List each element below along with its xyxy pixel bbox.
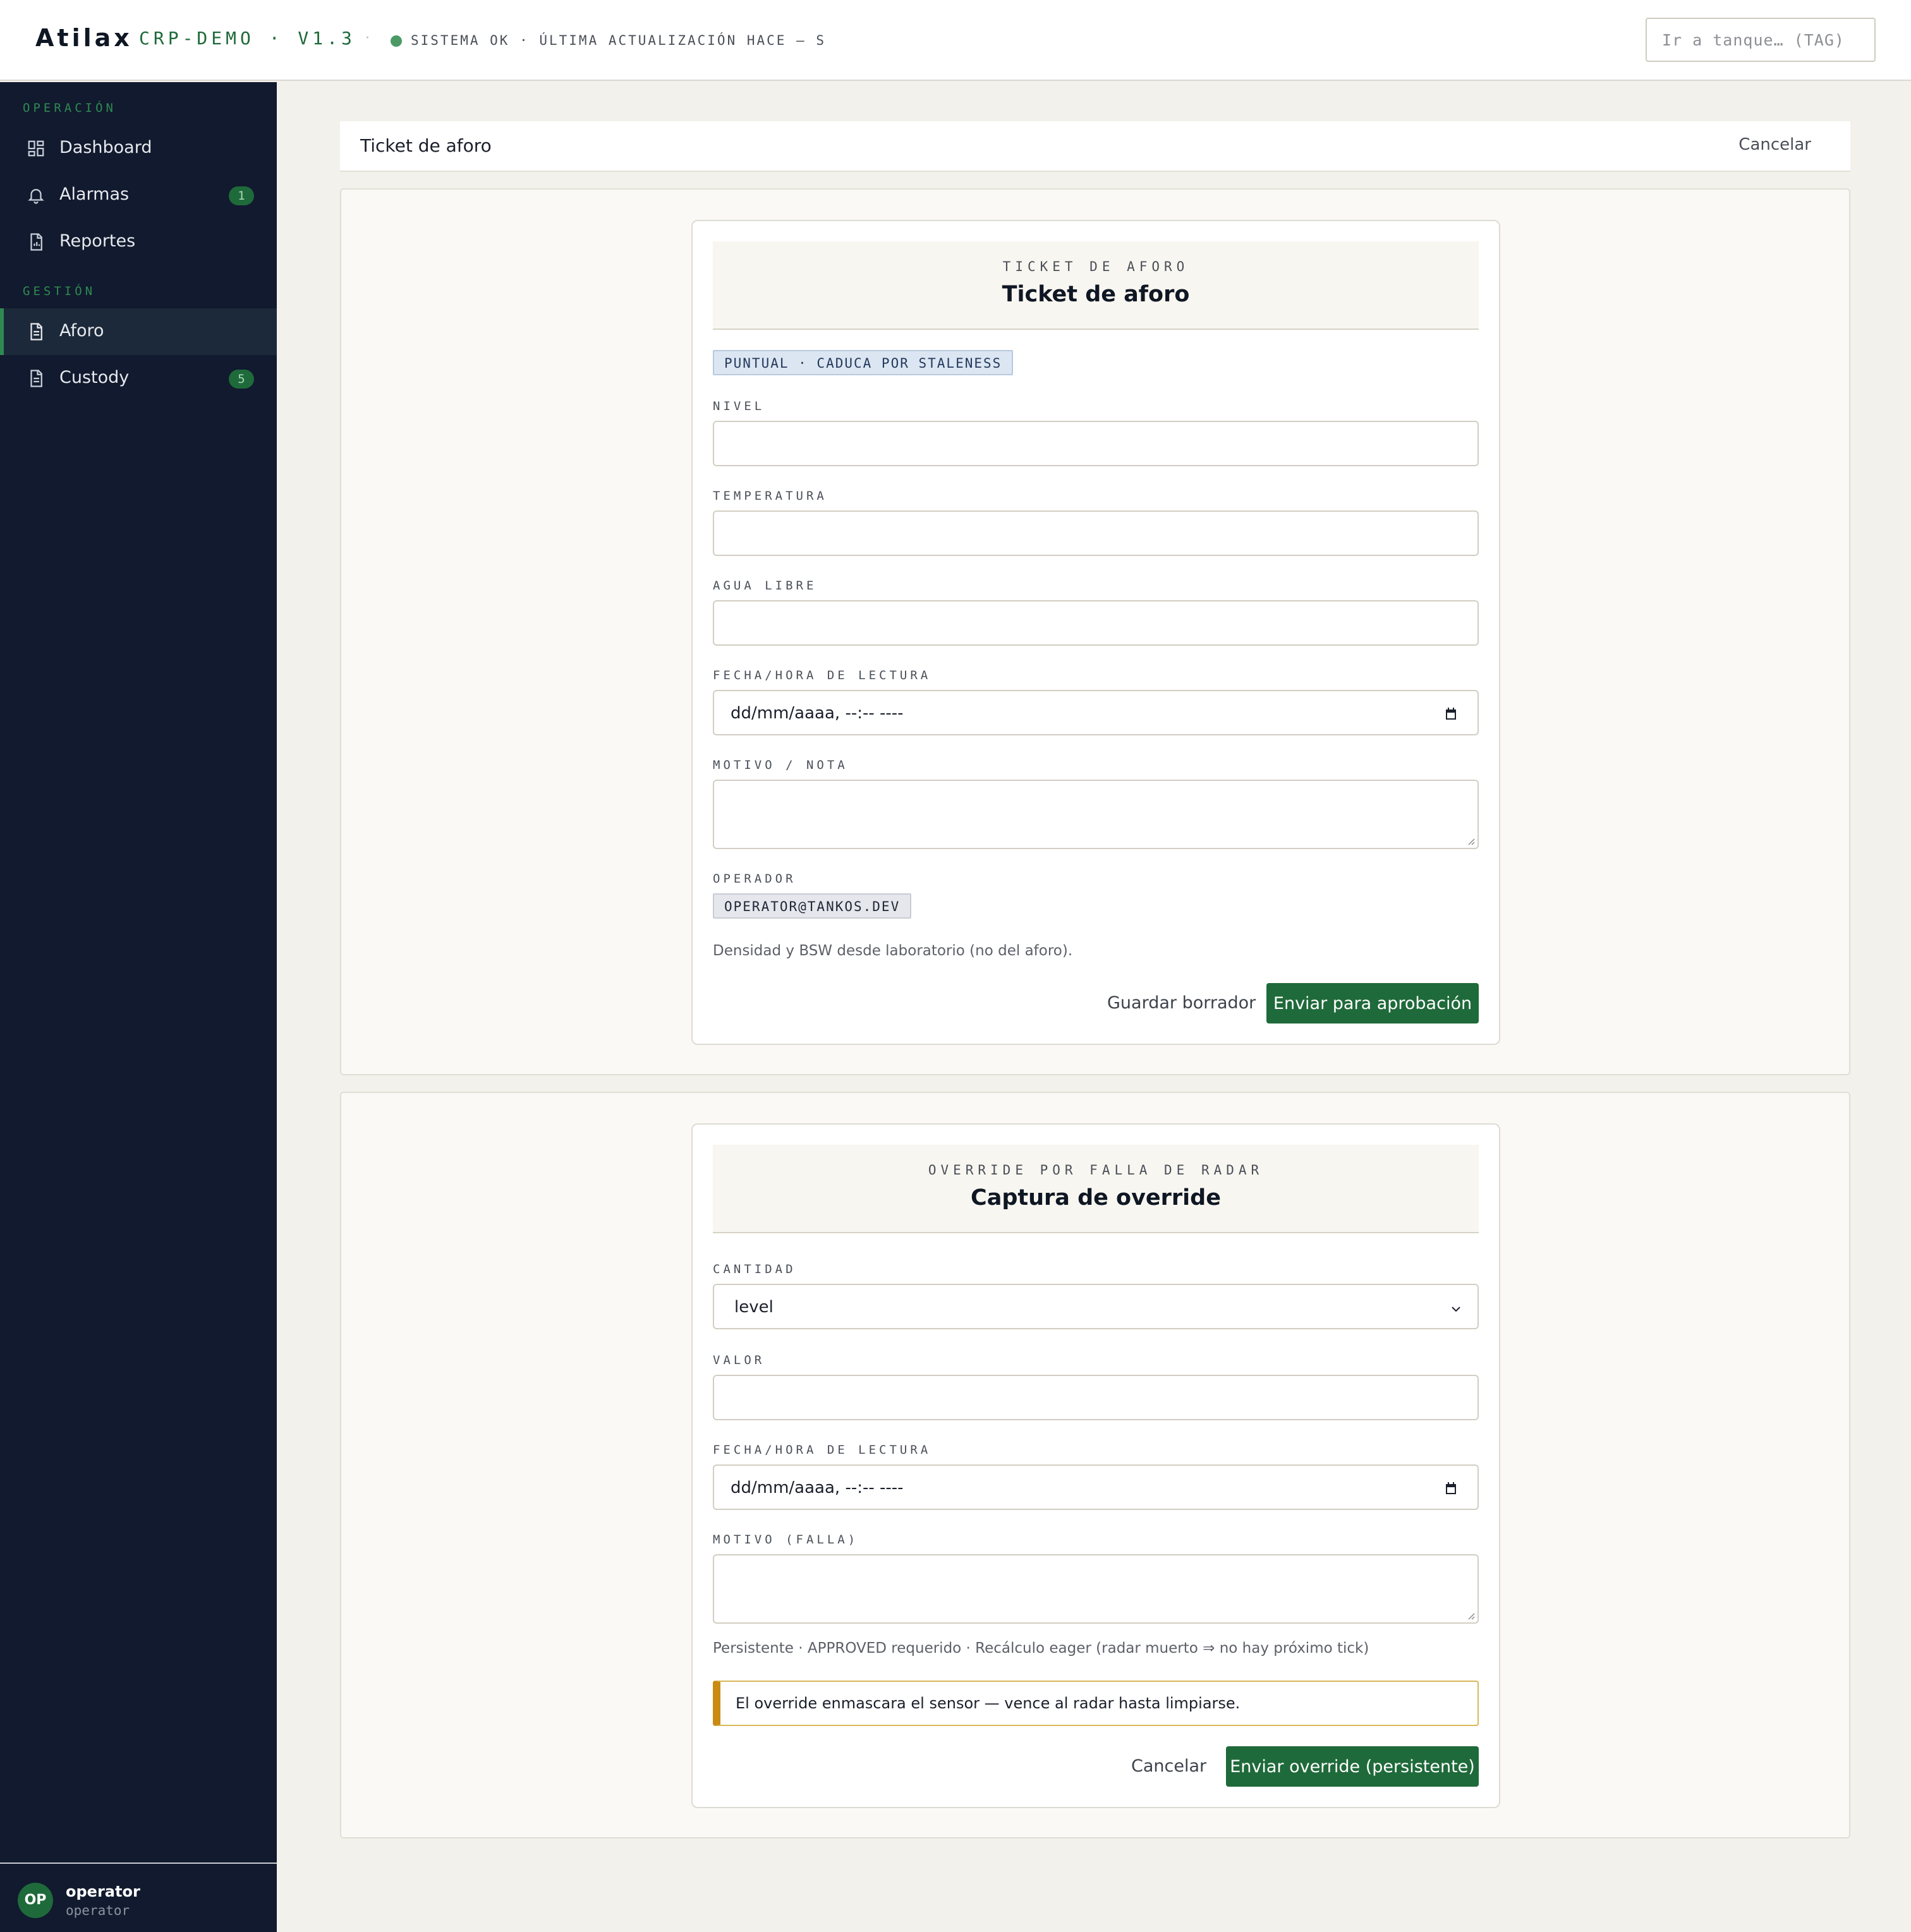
report-icon — [30, 233, 42, 251]
sidebar-item-alarmas[interactable]: Alarmas 1 — [0, 172, 277, 219]
sidebar-item-aforo[interactable]: Aforo — [0, 308, 277, 355]
override-hint: Persistente · APPROVED requerido · Recál… — [713, 1640, 1369, 1657]
user-profile[interactable]: OP operator operator — [0, 1863, 277, 1932]
submit-approval-button[interactable]: Enviar para aprobación — [1266, 983, 1479, 1023]
operador-value: OPERATOR@TANKOS.DEV — [713, 893, 912, 919]
submit-override-button[interactable]: Enviar override (persistente) — [1226, 1746, 1479, 1787]
override-card: OVERRIDE POR FALLA DE RADAR Captura de o… — [691, 1123, 1500, 1808]
calendar-icon[interactable] — [1443, 1481, 1459, 1496]
status-dot-icon — [391, 35, 402, 47]
override-panel: OVERRIDE POR FALLA DE RADAR Captura de o… — [340, 1092, 1850, 1838]
ticket-title: Ticket de aforo — [1002, 282, 1190, 307]
user-role: operator — [66, 1903, 130, 1918]
save-draft-button[interactable]: Guardar borrador — [1107, 993, 1256, 1013]
fecha-lectura-label: FECHA/HORA DE LECTURA — [713, 668, 931, 682]
tank-search-input[interactable] — [1646, 18, 1876, 62]
ticket-card-header: TICKET DE AFORO Ticket de aforo — [713, 241, 1479, 330]
sidebar-item-custody[interactable]: Custody 5 — [0, 355, 277, 402]
date-placeholder: dd/mm/aaaa, --:-- ---- — [731, 704, 904, 723]
environment-version: CRP-DEMO · V1.3 — [139, 28, 356, 49]
override-fecha-label: FECHA/HORA DE LECTURA — [713, 1443, 931, 1457]
avatar: OP — [18, 1883, 53, 1918]
page-title: Ticket de aforo — [360, 135, 492, 156]
staleness-tag: PUNTUAL · CADUCA POR STALENESS — [713, 350, 1014, 375]
override-fecha-input[interactable]: dd/mm/aaaa, --:-- ---- — [713, 1464, 1479, 1510]
document-icon — [30, 370, 42, 387]
top-bar: Atilax CRP-DEMO · V1.3 · SISTEMA OK · ÚL… — [0, 0, 1911, 81]
nav-section-gestion: GESTIÓN — [23, 284, 96, 298]
temperatura-input[interactable] — [713, 510, 1479, 556]
alarm-count-badge: 1 — [229, 186, 254, 205]
sidebar-item-label: Custody — [59, 368, 130, 387]
ticket-eyebrow: TICKET DE AFORO — [1002, 259, 1189, 274]
sidebar-item-reportes[interactable]: Reportes — [0, 219, 277, 265]
resize-handle-icon[interactable] — [1466, 836, 1475, 845]
cantidad-select[interactable]: level — [713, 1284, 1479, 1329]
separator: · — [365, 30, 370, 46]
sidebar: OPERACIÓN Dashboard Alarmas 1 Reportes G… — [0, 82, 277, 1932]
temperatura-label: TEMPERATURA — [713, 489, 827, 503]
operador-label: OPERADOR — [713, 872, 796, 886]
user-name: operator — [66, 1883, 140, 1900]
motivo-falla-textarea[interactable] — [713, 1554, 1479, 1624]
nivel-input[interactable] — [713, 421, 1479, 466]
cantidad-label: CANTIDAD — [713, 1262, 796, 1276]
sidebar-item-label: Aforo — [59, 321, 104, 341]
cantidad-selected-value: level — [734, 1298, 774, 1317]
nivel-label: NIVEL — [713, 399, 765, 413]
valor-label: VALOR — [713, 1353, 765, 1367]
nav-section-operacion: OPERACIÓN — [23, 101, 116, 115]
override-card-header: OVERRIDE POR FALLA DE RADAR Captura de o… — [713, 1145, 1479, 1233]
brand-logo: Atilax — [35, 24, 133, 52]
agua-libre-input[interactable] — [713, 600, 1479, 646]
calendar-icon[interactable] — [1443, 706, 1459, 721]
ticket-card: TICKET DE AFORO Ticket de aforo PUNTUAL … — [691, 220, 1500, 1045]
override-warning: El override enmascara el sensor — vence … — [713, 1681, 1479, 1726]
bell-icon — [28, 189, 44, 204]
chevron-down-icon — [1452, 1307, 1460, 1312]
page-header: Ticket de aforo Cancelar — [340, 121, 1850, 172]
system-status: SISTEMA OK · ÚLTIMA ACTUALIZACIÓN HACE —… — [411, 33, 827, 48]
motivo-nota-label: MOTIVO / NOTA — [713, 758, 848, 772]
header-cancel-button[interactable]: Cancelar — [1738, 135, 1811, 154]
lab-hint: Densidad y BSW desde laboratorio (no del… — [713, 943, 1073, 959]
override-title: Captura de override — [971, 1185, 1221, 1211]
sidebar-item-label: Reportes — [59, 231, 136, 251]
motivo-falla-label: MOTIVO (FALLA) — [713, 1533, 859, 1547]
date-placeholder: dd/mm/aaaa, --:-- ---- — [731, 1478, 904, 1497]
agua-libre-label: AGUA LIBRE — [713, 579, 817, 593]
override-eyebrow: OVERRIDE POR FALLA DE RADAR — [928, 1162, 1264, 1178]
grid-icon — [28, 140, 44, 157]
valor-input[interactable] — [713, 1375, 1479, 1420]
override-cancel-button[interactable]: Cancelar — [1131, 1756, 1206, 1776]
ticket-panel: TICKET DE AFORO Ticket de aforo PUNTUAL … — [340, 188, 1850, 1075]
resize-handle-icon[interactable] — [1466, 1611, 1475, 1620]
fecha-lectura-input[interactable]: dd/mm/aaaa, --:-- ---- — [713, 690, 1479, 735]
sidebar-item-dashboard[interactable]: Dashboard — [0, 125, 277, 172]
custody-count-badge: 5 — [229, 370, 254, 389]
warning-text: El override enmascara el sensor — vence … — [736, 1694, 1241, 1712]
motivo-nota-textarea[interactable] — [713, 780, 1479, 849]
document-icon — [30, 323, 42, 341]
sidebar-item-label: Dashboard — [59, 138, 152, 157]
sidebar-item-label: Alarmas — [59, 184, 130, 204]
